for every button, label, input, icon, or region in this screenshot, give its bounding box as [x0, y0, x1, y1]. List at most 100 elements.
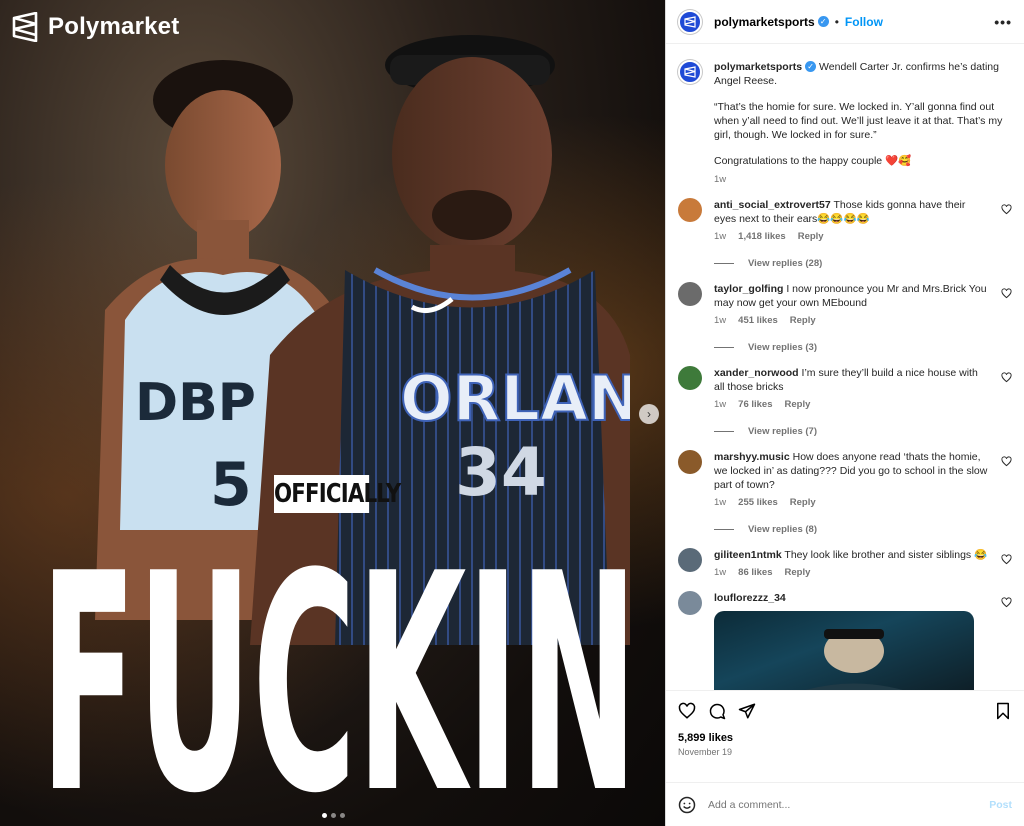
post-caption: polymarketsports ✓ Wendell Carter Jr. con…: [678, 60, 1012, 185]
comment-text: They look like brother and sister siblin…: [784, 549, 988, 561]
view-replies-label: View replies (28): [748, 258, 823, 269]
caption-text: polymarketsports ✓ Wendell Carter Jr. con…: [714, 60, 1012, 168]
post-date: November 19: [678, 747, 733, 757]
overlay-officially-label: OFFICIALLY: [274, 475, 401, 513]
author-username[interactable]: polymarketsports: [714, 15, 815, 29]
comment-username[interactable]: marshyy.music: [714, 451, 790, 463]
polymarket-avatar-icon: [684, 15, 696, 28]
caption-quote: “That’s the homie for sure. We locked in…: [714, 101, 1003, 141]
comment-likes[interactable]: 1,418 likes: [738, 231, 786, 242]
overlay-headline: FUCKIN: [40, 510, 640, 826]
reply-button[interactable]: Reply: [790, 315, 816, 326]
heart-icon[interactable]: [1001, 554, 1012, 565]
comment-composer: Post: [666, 782, 1024, 826]
carousel-indicator: [322, 813, 345, 818]
caption-time: 1w: [714, 174, 727, 185]
brand-name: Polymarket: [48, 13, 180, 40]
heart-icon[interactable]: [1001, 204, 1012, 215]
comments-section[interactable]: polymarketsports ✓ Wendell Carter Jr. con…: [666, 44, 1024, 690]
comment-likes[interactable]: 451 likes: [738, 315, 778, 326]
comment-time: 1w: [714, 567, 727, 578]
comment-username[interactable]: anti_social_extrovert57: [714, 199, 831, 211]
heart-icon[interactable]: [1001, 597, 1012, 608]
comment-item: louflorezzz_34: [678, 591, 1012, 690]
emoji-smiley-icon[interactable]: [678, 796, 696, 814]
comment-likes[interactable]: 76 likes: [738, 399, 772, 410]
commenter-avatar[interactable]: [678, 198, 702, 222]
author-avatar[interactable]: [678, 9, 702, 34]
comment-gif-image[interactable]: [714, 611, 974, 690]
replies-line: [714, 431, 734, 432]
reply-button[interactable]: Reply: [790, 497, 816, 508]
carousel-next-button[interactable]: ›: [639, 404, 659, 424]
caption-congrats: Congratulations to the happy couple ❤️🥰: [714, 155, 912, 167]
commenter-avatar[interactable]: [678, 591, 702, 615]
comment-item: xander_norwood I’m sure they’ll build a …: [678, 366, 1012, 410]
comment-bubble-icon[interactable]: [708, 702, 726, 720]
comment-username[interactable]: taylor_golfing: [714, 283, 783, 295]
share-send-icon[interactable]: [738, 702, 756, 720]
comment-username[interactable]: louflorezzz_34: [714, 592, 786, 604]
instagram-post-view: Polymarket DBP H 5 ORLAN 34 OFFICIALLY F…: [0, 0, 1024, 826]
commenter-avatar[interactable]: [678, 282, 702, 306]
view-replies-label: View replies (3): [748, 342, 817, 353]
view-replies-button[interactable]: View replies (3): [714, 342, 1012, 353]
view-replies-button[interactable]: View replies (28): [714, 258, 1012, 269]
caption-author-avatar[interactable]: [678, 60, 702, 84]
verified-badge-icon: ✓: [817, 16, 829, 27]
comment-likes[interactable]: 255 likes: [738, 497, 778, 508]
commenter-avatar[interactable]: [678, 450, 702, 474]
carousel-dot: [340, 813, 345, 818]
reply-button[interactable]: Reply: [785, 399, 811, 410]
comment-item: taylor_golfing I now pronounce you Mr an…: [678, 282, 1012, 326]
replies-line: [714, 263, 734, 264]
commenter-avatar[interactable]: [678, 366, 702, 390]
more-options-icon[interactable]: •••: [994, 14, 1012, 30]
add-comment-input[interactable]: [706, 797, 980, 812]
chevron-right-icon: ›: [647, 407, 651, 421]
comment-username[interactable]: xander_norwood: [714, 367, 799, 379]
replies-line: [714, 529, 734, 530]
replies-line: [714, 347, 734, 348]
overlay-headline-svg: FUCKIN: [40, 510, 638, 826]
view-replies-button[interactable]: View replies (7): [714, 426, 1012, 437]
follow-button[interactable]: Follow: [845, 15, 883, 29]
post-actions: 5,899 likes November 19: [666, 690, 1024, 782]
view-replies-label: View replies (8): [748, 524, 817, 535]
polymarket-logo-icon: [12, 12, 38, 42]
post-header: polymarketsports ✓ • Follow •••: [666, 0, 1024, 44]
comment-time: 1w: [714, 497, 727, 508]
comment-time: 1w: [714, 231, 727, 242]
heart-icon[interactable]: [1001, 372, 1012, 383]
comment-time: 1w: [714, 399, 727, 410]
post-likes-count[interactable]: 5,899 likes: [678, 732, 1012, 744]
carousel-dot: [331, 813, 336, 818]
svg-text:ORLANDO: ORLANDO: [400, 362, 630, 435]
post-side-panel: polymarketsports ✓ • Follow ••• polymark…: [665, 0, 1024, 826]
comment-likes[interactable]: 86 likes: [738, 567, 772, 578]
heart-icon[interactable]: [1001, 456, 1012, 467]
action-icons: [678, 701, 1012, 721]
save-bookmark-icon[interactable]: [994, 702, 1012, 720]
svg-text:34: 34: [455, 434, 547, 511]
reply-button[interactable]: Reply: [798, 231, 824, 242]
carousel-dot: [322, 813, 327, 818]
comment-item: anti_social_extrovert57 Those kids gonna…: [678, 198, 1012, 242]
overlay-headline-text: FUCKIN: [40, 510, 638, 800]
post-media[interactable]: Polymarket DBP H 5 ORLAN 34 OFFICIALLY F…: [0, 0, 665, 826]
comment-username[interactable]: giliteen1ntmk: [714, 549, 782, 561]
reply-button[interactable]: Reply: [785, 567, 811, 578]
view-replies-button[interactable]: View replies (8): [714, 524, 1012, 535]
polymarket-brand: Polymarket: [12, 12, 179, 42]
comment-item: marshyy.music How does anyone read ‘that…: [678, 450, 1012, 508]
commenter-avatar[interactable]: [678, 548, 702, 572]
comment-item: giliteen1ntmk They look like brother and…: [678, 548, 1012, 578]
like-heart-icon[interactable]: [678, 702, 696, 720]
caption-username[interactable]: polymarketsports: [714, 61, 802, 73]
post-comment-button[interactable]: Post: [989, 799, 1012, 811]
separator-dot: •: [834, 14, 839, 29]
heart-icon[interactable]: [1001, 288, 1012, 299]
comment-time: 1w: [714, 315, 727, 326]
polymarket-avatar-icon: [684, 66, 696, 78]
verified-badge-icon: ✓: [805, 61, 817, 72]
